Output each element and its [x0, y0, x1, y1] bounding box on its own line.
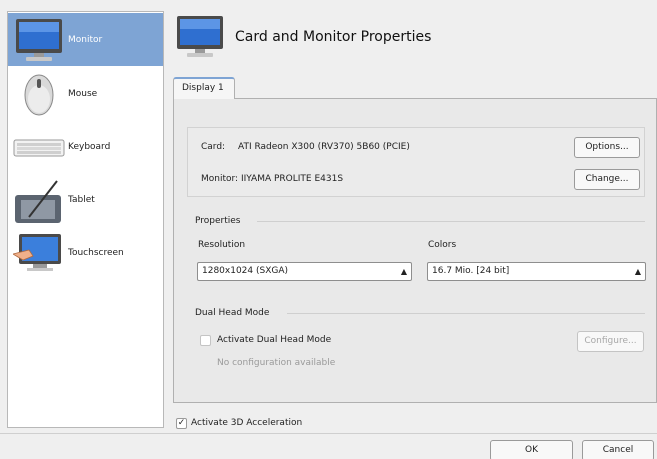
- cancel-button[interactable]: Cancel: [582, 440, 654, 459]
- tab-display-1[interactable]: Display 1: [173, 77, 235, 99]
- tab-panel: Card: ATI Radeon X300 (RV370) 5B60 (PCIE…: [173, 98, 657, 403]
- dual-head-divider: [287, 313, 645, 314]
- footer-divider: [0, 433, 657, 434]
- card-label: Card:: [201, 142, 226, 152]
- sidebar-item-monitor[interactable]: Monitor: [8, 13, 163, 66]
- resolution-select[interactable]: 1280x1024 (SXGA) ▲︎: [197, 262, 412, 281]
- card-value: ATI Radeon X300 (RV370) 5B60 (PCIE): [238, 142, 410, 152]
- monitor-value: Monitor: IIYAMA PROLITE E431S: [201, 174, 344, 184]
- sidebar-item-label: Touchscreen: [68, 247, 124, 258]
- acceleration-label[interactable]: Activate 3D Acceleration: [191, 418, 302, 428]
- resolution-value: 1280x1024 (SXGA): [202, 266, 289, 276]
- keyboard-icon: [13, 122, 65, 172]
- monitor-icon: [13, 15, 65, 65]
- tablet-icon: [13, 175, 65, 225]
- change-button[interactable]: Change...: [574, 169, 640, 190]
- monitor-icon: [176, 14, 224, 60]
- configure-button[interactable]: Configure...: [577, 331, 644, 352]
- main-panel: Card and Monitor Properties Display 1 Ca…: [170, 0, 657, 459]
- properties-title: Properties: [195, 216, 241, 226]
- touchscreen-icon: [11, 228, 65, 278]
- ok-button[interactable]: OK: [490, 440, 573, 459]
- sidebar: Monitor Mouse Keyboard Tablet Touchscree…: [7, 11, 164, 428]
- page-title: Card and Monitor Properties: [235, 29, 432, 45]
- acceleration-checkbox[interactable]: ✓: [176, 418, 187, 429]
- sidebar-item-label: Keyboard: [68, 141, 111, 152]
- sidebar-item-label: Mouse: [68, 88, 98, 99]
- colors-value: 16.7 Mio. [24 bit]: [432, 266, 510, 276]
- sidebar-item-label: Tablet: [68, 194, 95, 205]
- sidebar-item-touchscreen[interactable]: Touchscreen: [8, 226, 163, 279]
- select-arrows-icon: ▲︎: [400, 267, 407, 276]
- properties-divider: [257, 221, 645, 222]
- mouse-icon: [13, 69, 65, 119]
- sidebar-item-mouse[interactable]: Mouse: [8, 67, 163, 120]
- select-arrows-icon: ▲︎: [634, 267, 641, 276]
- options-button[interactable]: Options...: [574, 137, 640, 158]
- no-config-text: No configuration available: [217, 358, 336, 368]
- sidebar-item-tablet[interactable]: Tablet: [8, 173, 163, 226]
- dual-head-title: Dual Head Mode: [195, 308, 270, 318]
- colors-label: Colors: [428, 240, 457, 250]
- dual-head-checkbox-label[interactable]: Activate Dual Head Mode: [217, 335, 331, 345]
- resolution-label: Resolution: [198, 240, 246, 250]
- dual-head-checkbox[interactable]: [200, 335, 211, 346]
- colors-select[interactable]: 16.7 Mio. [24 bit] ▲︎: [427, 262, 646, 281]
- sidebar-item-keyboard[interactable]: Keyboard: [8, 120, 163, 173]
- device-group: Card: ATI Radeon X300 (RV370) 5B60 (PCIE…: [187, 127, 645, 197]
- sidebar-item-label: Monitor: [68, 34, 103, 45]
